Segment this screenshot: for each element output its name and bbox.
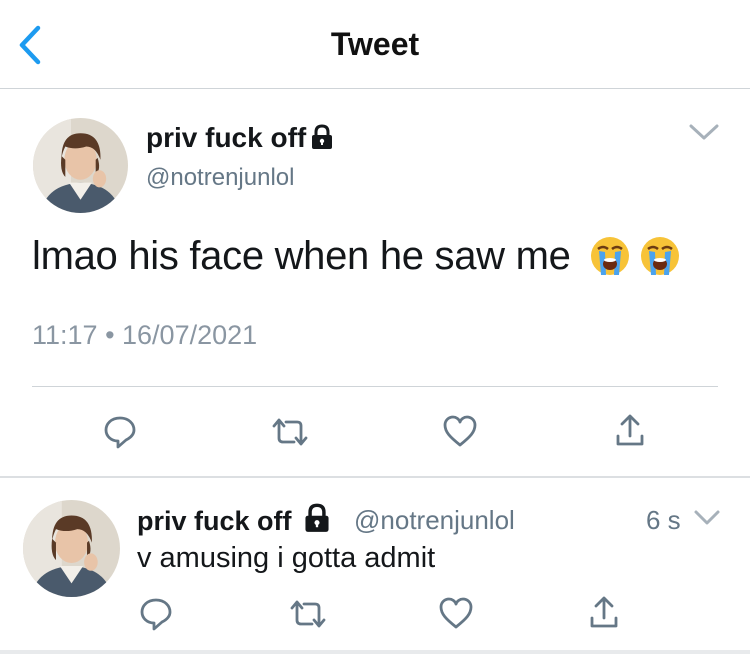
section-separator: [0, 476, 750, 478]
page-title: Tweet: [330, 26, 420, 62]
lock-icon: [302, 503, 332, 540]
reply-username-handle[interactable]: @notrenjunlol: [354, 505, 515, 536]
display-name-text: priv fuck off: [146, 122, 307, 153]
reply-text: v amusing i gotta admit: [137, 542, 436, 574]
avatar[interactable]: [23, 500, 120, 597]
tweet-text: lmao his face when he saw me: [32, 234, 681, 287]
like-icon[interactable]: [442, 414, 478, 453]
display-name[interactable]: priv fuck off: [146, 122, 334, 157]
chevron-down-icon[interactable]: [693, 508, 721, 528]
tweet-body: lmao his face when he saw me: [32, 234, 571, 278]
reply-time: 6 s: [646, 505, 681, 535]
reply-icon[interactable]: [102, 414, 138, 455]
share-icon[interactable]: [588, 594, 620, 635]
reply-action-bar: [0, 594, 750, 634]
retweet-icon[interactable]: [270, 416, 310, 453]
tweet-timestamp[interactable]: 11:17 • 16/07/2021: [32, 320, 257, 351]
like-icon[interactable]: [438, 596, 474, 635]
retweet-icon[interactable]: [288, 598, 328, 635]
loudly-crying-face-icon: [589, 235, 631, 287]
lock-icon: [310, 124, 334, 157]
username-handle[interactable]: @notrenjunlol: [146, 164, 294, 192]
bottom-divider: [0, 650, 750, 654]
loudly-crying-face-icon: [639, 235, 681, 287]
tweet-action-bar: [0, 408, 750, 454]
reply-display-name-text: priv fuck off: [137, 506, 292, 536]
reply-icon[interactable]: [138, 596, 174, 637]
avatar[interactable]: [33, 118, 128, 213]
divider: [32, 386, 718, 387]
share-icon[interactable]: [614, 412, 646, 453]
reply-display-name[interactable]: priv fuck off: [137, 503, 332, 540]
top-bar: Tweet: [0, 0, 750, 89]
chevron-down-icon[interactable]: [688, 122, 720, 144]
